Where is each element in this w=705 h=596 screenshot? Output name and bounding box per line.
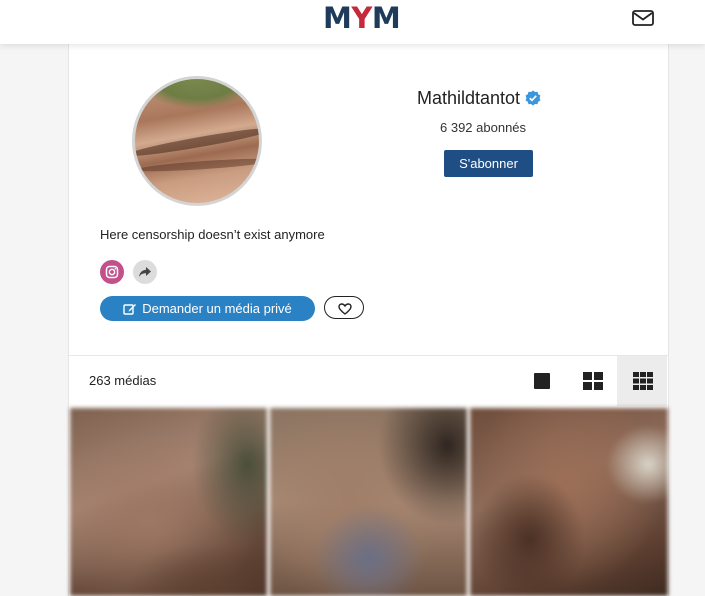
grid-3-icon bbox=[633, 372, 653, 390]
edit-icon bbox=[123, 303, 137, 315]
instagram-icon[interactable] bbox=[100, 260, 124, 284]
mym-logo[interactable]: MYM bbox=[323, 2, 401, 34]
media-thumbnail[interactable] bbox=[70, 408, 267, 596]
media-count: 263 médias bbox=[89, 373, 157, 388]
subscriber-count: 6 392 abonnés bbox=[440, 120, 527, 135]
username-row: Mathildtantot bbox=[417, 86, 541, 110]
heart-icon bbox=[338, 303, 352, 315]
verified-badge-icon bbox=[525, 90, 541, 106]
media-thumbnail[interactable] bbox=[270, 408, 467, 596]
envelope-icon[interactable] bbox=[632, 10, 654, 26]
avatar[interactable] bbox=[132, 76, 262, 206]
username: Mathildtantot bbox=[417, 87, 521, 108]
top-bar: MYM bbox=[0, 0, 705, 44]
profile-card: Mathildtantot 6 392 abonnés S'abonner He… bbox=[68, 44, 669, 596]
grid-3-view-toggle[interactable] bbox=[617, 356, 667, 406]
grid-2-icon bbox=[583, 372, 603, 390]
share-icon[interactable] bbox=[133, 260, 157, 284]
subscribe-button[interactable]: S'abonner bbox=[444, 150, 533, 177]
request-private-media-button[interactable]: Demander un média privé bbox=[100, 296, 315, 321]
grid-2-view-toggle[interactable] bbox=[567, 356, 617, 406]
single-view-icon bbox=[534, 373, 550, 389]
profile-bio: Here censorship doesn’t exist anymore bbox=[100, 227, 325, 242]
single-view-toggle[interactable] bbox=[517, 356, 567, 406]
favorite-button[interactable] bbox=[324, 296, 364, 319]
request-private-media-label: Demander un média privé bbox=[142, 301, 292, 316]
media-thumbnail[interactable] bbox=[470, 408, 668, 596]
